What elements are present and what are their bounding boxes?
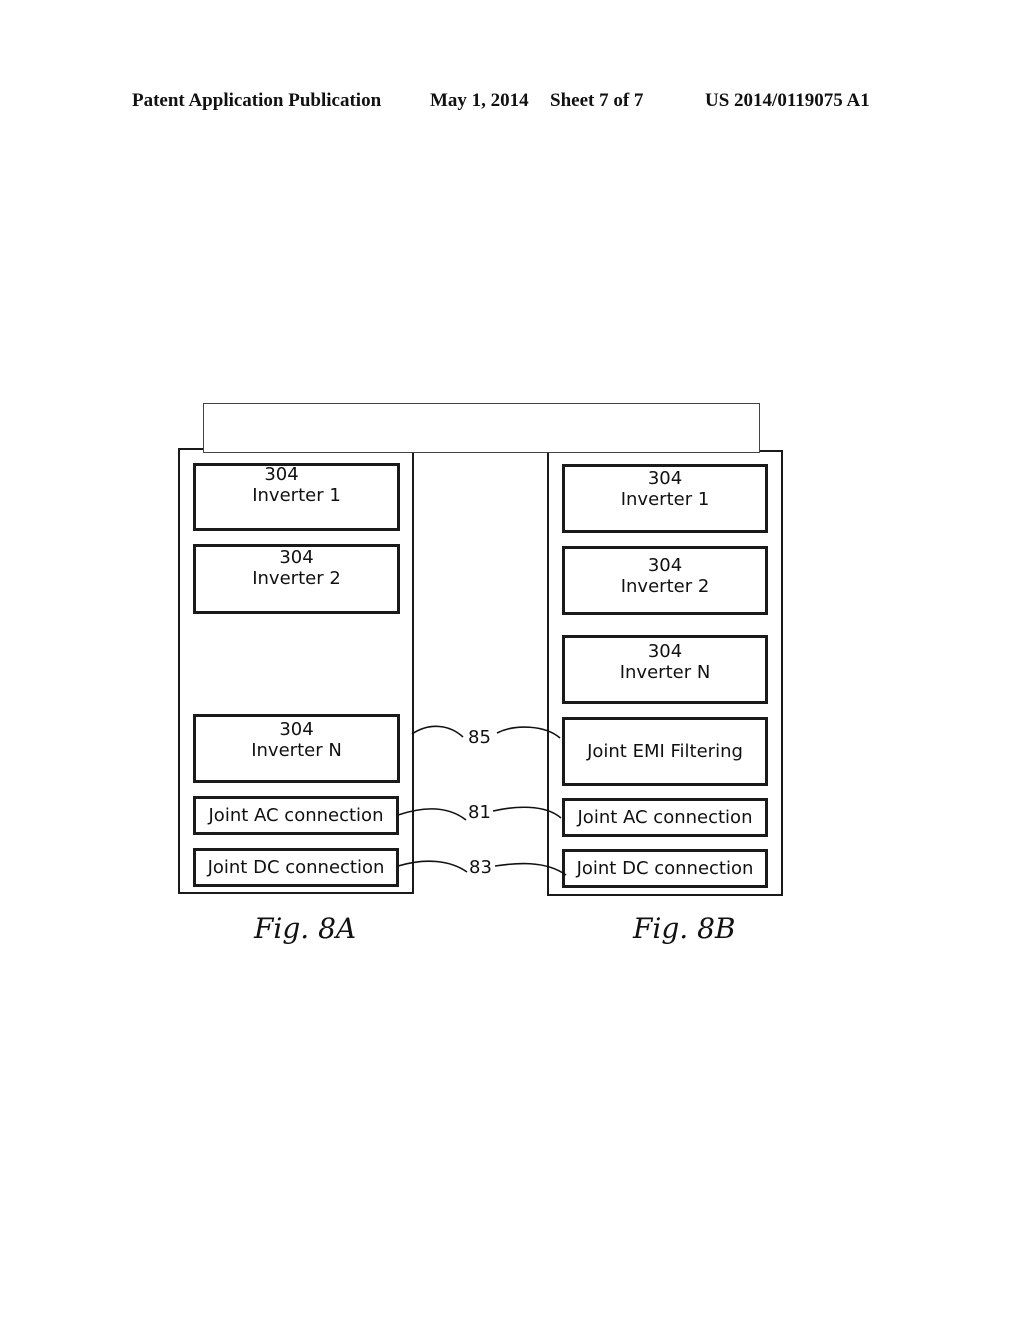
block-label: Inverter 2 <box>620 576 710 597</box>
block-label: Joint AC connection <box>577 807 753 828</box>
block-label: Joint AC connection <box>208 805 384 826</box>
block-label: Inverter N <box>251 740 342 761</box>
fig8b-joint-ac-connection: Joint AC connection <box>562 798 768 837</box>
fig8a-joint-dc-connection: Joint DC connection <box>193 848 399 887</box>
ref-number: 304 <box>264 464 299 485</box>
block-label: Inverter 1 <box>620 489 710 510</box>
block-label: Inverter 1 <box>252 485 341 506</box>
block-label: Joint DC connection <box>576 858 754 879</box>
shared-top-panel <box>203 403 760 453</box>
fig8a-joint-ac-connection: Joint AC connection <box>193 796 399 835</box>
ref-number: 304 <box>279 719 314 740</box>
fig8b-joint-dc-connection: Joint DC connection <box>562 849 768 888</box>
fig8a-inverter-1: 304 Inverter 1 <box>193 463 400 531</box>
ref-number: 304 <box>647 468 683 489</box>
ref-number: 304 <box>647 555 683 576</box>
fig8b-inverter-1: 304 Inverter 1 <box>562 464 768 533</box>
fig8b-inverter-n: 304 Inverter N <box>562 635 768 704</box>
fig8a-inverter-2: 304 Inverter 2 <box>193 544 400 614</box>
block-label: Inverter 2 <box>252 568 341 589</box>
block-label: Joint EMI Filtering <box>587 741 743 762</box>
ref-number: 304 <box>647 641 683 662</box>
leader-lines <box>397 725 567 876</box>
fig8a-caption: Fig. 8A <box>254 912 357 945</box>
ref-85: 85 <box>468 727 491 748</box>
fig8b-caption: Fig. 8B <box>633 912 736 945</box>
leader-85-left <box>411 725 464 738</box>
header-patent-number: US 2014/0119075 A1 <box>705 90 870 111</box>
header-sheet: Sheet 7 of 7 <box>550 90 644 111</box>
fig8a-inverter-n: 304 Inverter N <box>193 714 400 783</box>
header-publication: Patent Application Publication <box>132 90 382 111</box>
fig8b-joint-emi-filtering: Joint EMI Filtering <box>562 717 768 786</box>
fig8b-inverter-2: 304 Inverter 2 <box>562 546 768 615</box>
header-date: May 1, 2014 <box>430 90 529 111</box>
ref-number: 304 <box>279 547 314 568</box>
ref-81: 81 <box>468 802 491 823</box>
block-label: Inverter N <box>619 662 711 683</box>
ref-83: 83 <box>469 857 492 878</box>
block-label: Joint DC connection <box>207 857 385 878</box>
